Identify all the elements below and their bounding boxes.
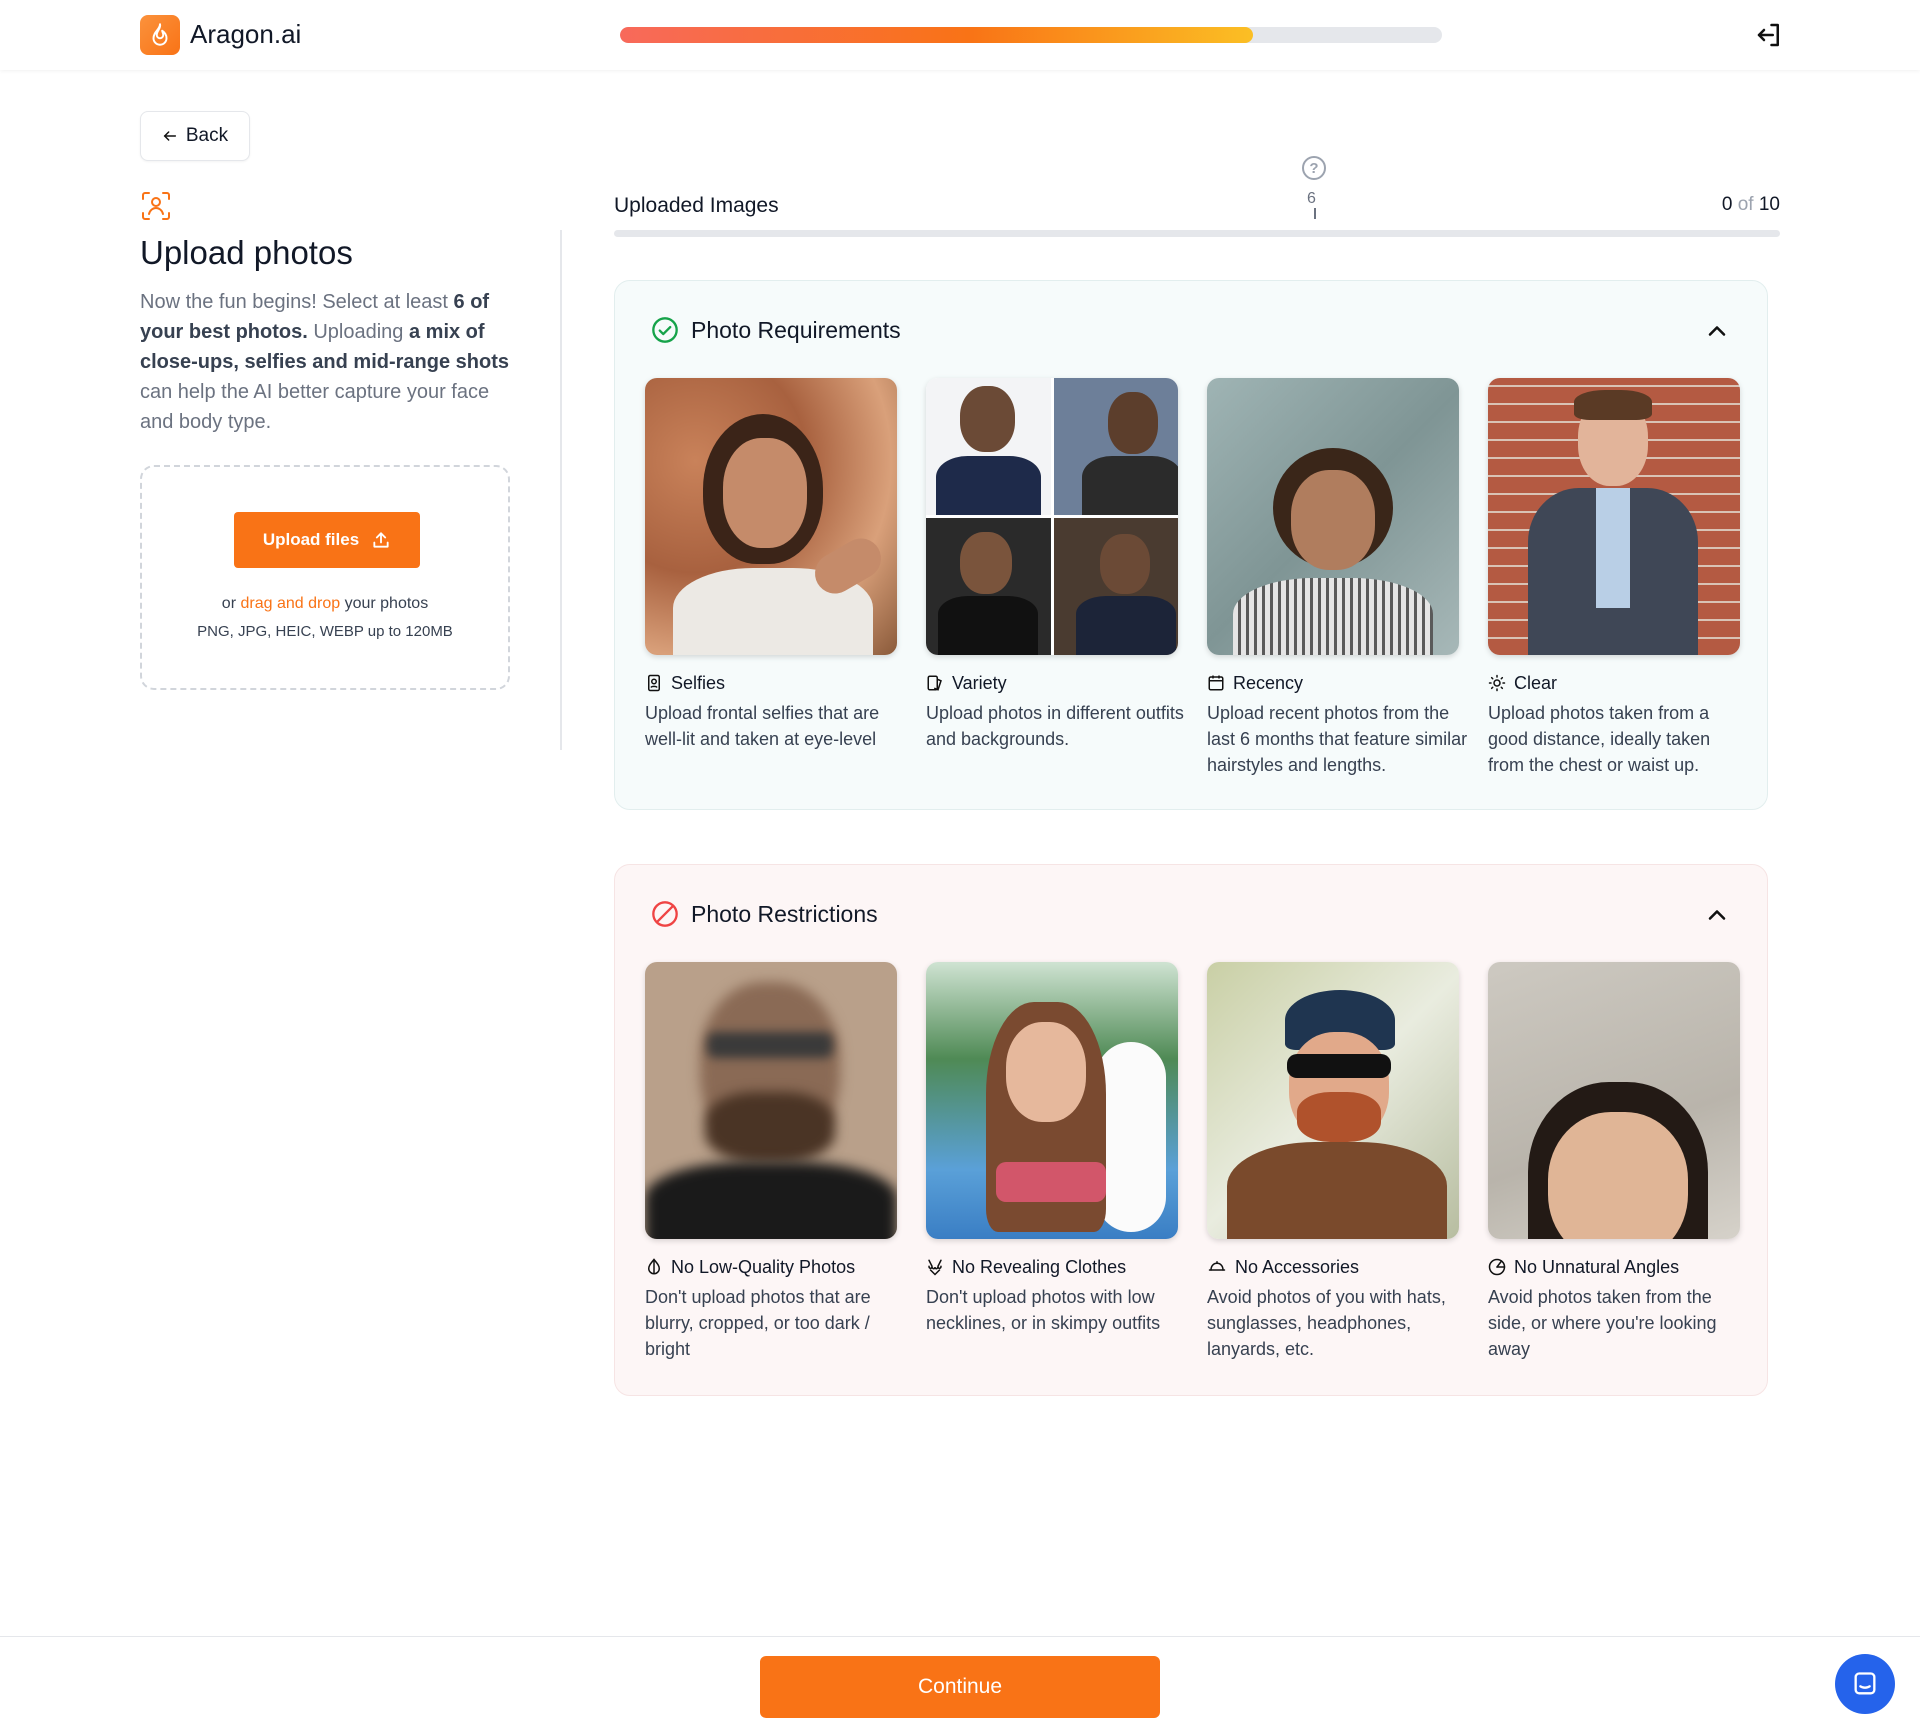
sun-icon	[1488, 674, 1506, 692]
card-description: Upload recent photos from the last 6 mon…	[1207, 703, 1468, 775]
accepted-formats: PNG, JPG, HEIC, WEBP up to 120MB	[197, 623, 453, 640]
unnatural-angle-example-photo	[1488, 962, 1740, 1239]
chevron-up-icon[interactable]	[1703, 317, 1731, 345]
restriction-card-accessories: No Accessories Avoid photos of you with …	[1207, 962, 1459, 1362]
requirement-card-clear: Clear Upload photos taken from a good di…	[1488, 378, 1740, 778]
app-name[interactable]: Aragon.ai	[190, 19, 301, 50]
face-scan-icon	[142, 192, 170, 220]
card-description: Don't upload photos with low necklines, …	[926, 1287, 1161, 1333]
images-icon	[927, 675, 942, 691]
arrow-left-icon	[163, 131, 176, 141]
uploaded-progress-track	[614, 230, 1780, 237]
help-icon[interactable]: ?	[1302, 156, 1326, 180]
calendar-icon	[1208, 675, 1224, 691]
low-quality-example-photo	[645, 962, 897, 1239]
chevron-up-icon[interactable]	[1703, 901, 1731, 929]
restriction-card-unnatural-angles: No Unnatural Angles Avoid photos taken f…	[1488, 962, 1740, 1362]
footer-bar: Continue	[0, 1636, 1920, 1736]
card-title: Selfies	[645, 672, 897, 694]
card-description: Upload photos in different outfits and b…	[926, 703, 1184, 749]
page-description: Now the fun begins! Select at least 6 of…	[140, 291, 509, 433]
page-title: Upload photos	[140, 234, 353, 271]
minimum-marker-label: 6	[1307, 190, 1316, 207]
card-description: Avoid photos of you with hats, sunglasse…	[1207, 1287, 1446, 1359]
card-title: No Accessories	[1207, 1256, 1459, 1278]
upload-files-button[interactable]: Upload files	[234, 512, 420, 568]
contrast-drop-icon	[647, 1258, 661, 1275]
chat-icon	[1854, 1672, 1876, 1695]
accessories-example-photo	[1207, 962, 1459, 1239]
back-button[interactable]: Back	[140, 111, 250, 161]
minimum-marker-tick	[1314, 208, 1316, 219]
card-title: No Revealing Clothes	[926, 1256, 1178, 1278]
restriction-card-low-quality: No Low-Quality Photos Don't upload photo…	[645, 962, 897, 1362]
upload-dropzone[interactable]: Upload files or drag and drop your photo…	[140, 465, 510, 690]
upload-icon	[373, 532, 389, 548]
bikini-icon	[928, 1259, 942, 1276]
uploaded-images-label: Uploaded Images	[614, 194, 779, 217]
variety-example-photo	[926, 378, 1178, 655]
logout-icon	[1757, 23, 1779, 47]
top-bar: Aragon.ai	[0, 0, 1920, 70]
restriction-card-revealing-clothes: No Revealing Clothes Don't upload photos…	[926, 962, 1178, 1336]
card-title: Clear	[1488, 672, 1740, 694]
recency-example-photo	[1207, 378, 1459, 655]
revealing-clothes-example-photo	[926, 962, 1178, 1239]
onboarding-progress-bar	[620, 27, 1442, 43]
photo-restrictions-header[interactable]: Photo Restrictions	[651, 900, 878, 928]
flame-icon	[140, 15, 180, 55]
selfie-example-photo	[645, 378, 897, 655]
chat-widget-button[interactable]	[1835, 1654, 1895, 1714]
card-title: Recency	[1207, 672, 1459, 694]
check-circle-icon	[652, 317, 678, 343]
card-description: Don't upload photos that are blurry, cro…	[645, 1287, 871, 1359]
card-description: Upload photos taken from a good distance…	[1488, 703, 1711, 775]
continue-button[interactable]: Continue	[760, 1656, 1160, 1718]
card-title: No Low-Quality Photos	[645, 1256, 897, 1278]
drag-and-drop-link[interactable]: drag and drop	[240, 595, 340, 612]
requirement-card-variety: Variety Upload photos in different outfi…	[926, 378, 1184, 752]
logout-button[interactable]	[1752, 18, 1786, 52]
requirement-card-selfies: Selfies Upload frontal selfies that are …	[645, 378, 897, 752]
clear-example-photo	[1488, 378, 1740, 655]
card-description: Upload frontal selfies that are well-lit…	[645, 703, 880, 749]
prohibited-icon	[652, 901, 678, 927]
requirement-card-recency: Recency Upload recent photos from the la…	[1207, 378, 1467, 778]
card-title: No Unnatural Angles	[1488, 1256, 1740, 1278]
back-label: Back	[185, 125, 229, 146]
cap-icon	[1208, 1261, 1226, 1271]
vertical-divider	[560, 230, 562, 750]
card-title: Variety	[926, 672, 1178, 694]
photo-requirements-header[interactable]: Photo Requirements	[651, 316, 901, 344]
selfie-phone-icon	[648, 674, 660, 692]
card-description: Avoid photos taken from the side, or whe…	[1488, 1287, 1717, 1359]
upload-count: 0 of 10	[1721, 194, 1780, 215]
progress-fill	[620, 27, 1253, 43]
angle-icon	[1488, 1258, 1506, 1276]
photo-restrictions-section: Photo Restrictions No Low-Quality Photos…	[614, 864, 1768, 1396]
photo-requirements-section: Photo Requirements Selfies Upload fronta…	[614, 280, 1768, 810]
drop-instructions: or drag and drop your photos	[221, 595, 429, 612]
